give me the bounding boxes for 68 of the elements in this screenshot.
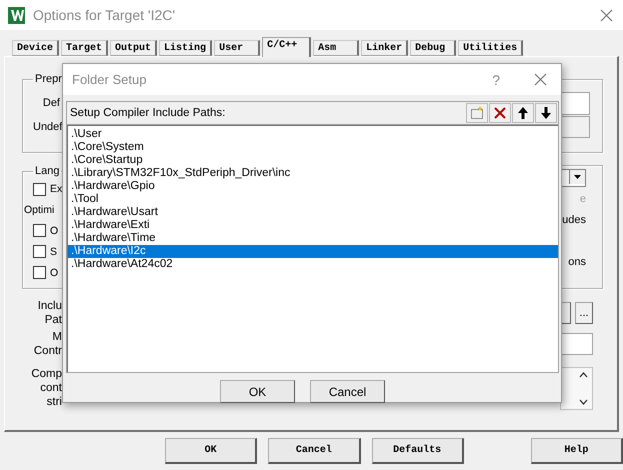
checkbox-label: O xyxy=(50,266,58,278)
close-icon[interactable] xyxy=(534,73,547,86)
dialog-button[interactable]: Cancel xyxy=(268,438,360,464)
checkbox-label: Ex xyxy=(50,183,62,195)
input-field[interactable] xyxy=(560,116,590,138)
dialog-button[interactable]: Cancel xyxy=(310,380,385,403)
scroll-down-icon[interactable] xyxy=(579,398,588,404)
dialog-button[interactable]: OK xyxy=(220,380,295,403)
move-down-button[interactable] xyxy=(535,103,557,123)
list-item[interactable]: .\Tool xyxy=(68,193,558,206)
scroll-up-icon[interactable] xyxy=(579,372,588,378)
close-icon[interactable] xyxy=(600,8,613,22)
list-item[interactable]: .\Hardware\Gpio xyxy=(68,180,558,193)
option-label: ons xyxy=(568,256,586,268)
field-label: Comp cont stri xyxy=(30,367,62,409)
dialog-button[interactable]: OK xyxy=(165,438,258,464)
list-item[interactable]: .\Core\Startup xyxy=(68,154,558,167)
tab[interactable]: Debug xyxy=(410,40,456,56)
list-item[interactable]: .\Hardware\Time xyxy=(68,232,558,245)
tab[interactable]: User xyxy=(214,40,260,56)
list-item[interactable]: .\User xyxy=(68,128,558,141)
checkbox[interactable] xyxy=(33,266,46,279)
input-field[interactable] xyxy=(560,92,590,114)
move-up-button[interactable] xyxy=(512,103,534,123)
tab[interactable]: Asm xyxy=(313,40,360,56)
dialog-title: Folder Setup xyxy=(72,72,148,87)
tab[interactable]: Target xyxy=(61,40,108,56)
list-item[interactable]: .\Library\STM32F10x_StdPeriph_Driver\inc xyxy=(68,167,558,180)
option-label: Optimi xyxy=(24,204,54,216)
list-item[interactable]: .\Hardware\Usart xyxy=(68,206,558,219)
field-label: Def xyxy=(42,97,60,109)
browse-button[interactable]: ... xyxy=(575,302,593,324)
tab[interactable]: Output xyxy=(110,40,158,56)
checkbox-label: S xyxy=(50,246,58,258)
field-label: M Contr xyxy=(32,330,62,358)
dialog-button[interactable]: Defaults xyxy=(372,438,464,464)
dialog-button[interactable]: Help xyxy=(530,438,623,464)
list-item[interactable]: .\Hardware\At24c02 xyxy=(68,258,558,271)
group-legend: Prepr xyxy=(33,73,64,85)
list-item[interactable]: .\Core\System xyxy=(68,141,558,154)
arrow-down-icon xyxy=(540,106,552,120)
checkbox-label: O xyxy=(50,224,58,236)
field-label: Inclu Pat xyxy=(36,299,62,327)
checkbox[interactable] xyxy=(33,224,46,237)
delete-icon xyxy=(493,106,507,120)
checkbox[interactable] xyxy=(33,245,46,258)
tab[interactable]: Listing xyxy=(159,40,212,56)
new-folder-icon xyxy=(470,106,484,120)
input-field[interactable] xyxy=(561,333,593,355)
arrow-up-icon xyxy=(517,106,529,120)
list-item[interactable]: .\Hardware\Exti xyxy=(68,219,558,232)
list-label: Setup Compiler Include Paths: xyxy=(70,107,226,119)
app-logo-icon xyxy=(8,6,25,24)
dropdown-arrow-icon xyxy=(574,175,581,179)
field-label: Undef xyxy=(33,121,60,133)
window-title: Options for Target 'I2C' xyxy=(33,7,176,23)
tab[interactable]: Utilities xyxy=(458,40,524,56)
list-item[interactable]: .\Hardware\I2c xyxy=(68,245,558,258)
new-folder-button[interactable] xyxy=(466,103,488,123)
checkbox[interactable] xyxy=(33,182,46,196)
tab[interactable]: Linker xyxy=(361,40,408,56)
tab[interactable]: Device xyxy=(12,40,60,56)
path-button[interactable] xyxy=(561,302,571,324)
delete-button[interactable] xyxy=(489,103,511,123)
option-label: udes xyxy=(562,214,586,226)
group-legend: Lang xyxy=(33,165,62,177)
option-label: e xyxy=(580,192,586,204)
tab[interactable]: C/C++ xyxy=(262,37,312,57)
